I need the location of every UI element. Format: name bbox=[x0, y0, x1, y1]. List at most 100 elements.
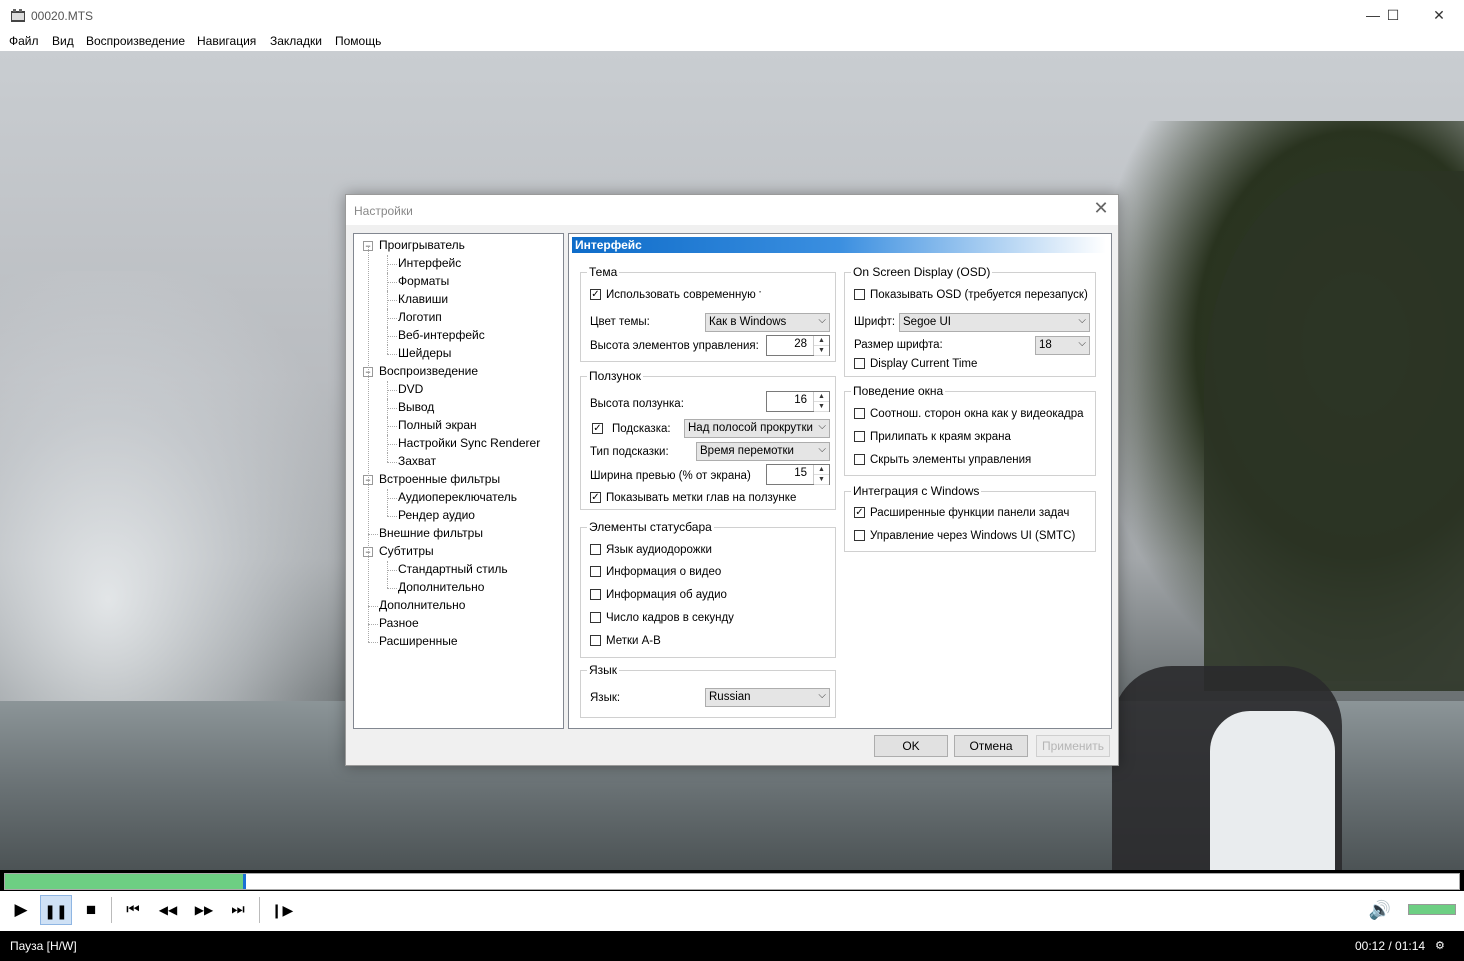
group-window-behavior-label: Поведение окна bbox=[851, 384, 946, 398]
group-osd: On Screen Display (OSD) Показывать OSD (… bbox=[844, 265, 1096, 377]
tree-item[interactable]: Захват bbox=[398, 454, 436, 468]
osd-font-size-select[interactable]: 18 ⌵ bbox=[1035, 336, 1090, 355]
show-osd-checkbox[interactable] bbox=[854, 289, 865, 300]
tree-item[interactable]: Субтитры bbox=[379, 544, 434, 558]
tree-item[interactable]: Аудиопереключатель bbox=[398, 490, 517, 504]
spin-down-icon[interactable]: ▼ bbox=[814, 402, 829, 412]
statusbar-video-info-checkbox[interactable] bbox=[590, 566, 601, 577]
tree-item[interactable]: Воспроизведение bbox=[379, 364, 478, 378]
chevron-down-icon: ⌵ bbox=[818, 690, 826, 701]
play-button[interactable]: ▶ bbox=[5, 895, 37, 925]
menu-file[interactable]: Файл bbox=[9, 34, 39, 48]
osd-font-size-label: Размер шрифта: bbox=[854, 339, 943, 351]
tree-item[interactable]: Встроенные фильтры bbox=[379, 472, 500, 486]
tree-item[interactable]: Разное bbox=[379, 616, 419, 630]
next-button[interactable]: ⏭ bbox=[222, 895, 254, 925]
volume-icon[interactable]: 🔊 bbox=[1364, 895, 1396, 925]
previous-button[interactable]: ⏮ bbox=[117, 895, 149, 925]
settings-dialog: Настройки ✕ − Проигрыватель Интерфейс Форма… bbox=[345, 194, 1119, 766]
tree-item[interactable]: DVD bbox=[398, 382, 423, 396]
seek-handle[interactable] bbox=[243, 874, 246, 889]
stop-button[interactable]: ■ bbox=[75, 895, 107, 925]
chevron-down-icon: ⌵ bbox=[1078, 338, 1086, 349]
tooltip-checkbox[interactable]: ✓ bbox=[592, 423, 603, 434]
statusbar-ab-marks-label: Метки A-B bbox=[606, 635, 661, 647]
statusbar-audio-info-checkbox[interactable] bbox=[590, 589, 601, 600]
menu-playback[interactable]: Воспроизведение bbox=[86, 34, 185, 48]
forward-button[interactable]: ▶▶ bbox=[188, 895, 220, 925]
control-height-label: Высота элементов управления: bbox=[590, 340, 759, 352]
taskbar-features-label: Расширенные функции панели задач bbox=[870, 507, 1070, 519]
spin-up-icon[interactable]: ▲ bbox=[814, 392, 829, 402]
spin-down-icon[interactable]: ▼ bbox=[814, 346, 829, 356]
menu-navigation[interactable]: Навигация bbox=[197, 34, 256, 48]
group-language-label: Язык bbox=[587, 663, 620, 677]
tree-item[interactable]: Интерфейс bbox=[398, 256, 461, 270]
menu-bookmarks[interactable]: Закладки bbox=[270, 34, 322, 48]
tree-item[interactable]: Расширенные bbox=[379, 634, 458, 648]
aspect-ratio-checkbox[interactable] bbox=[854, 408, 865, 419]
tree-item[interactable]: Полный экран bbox=[398, 418, 477, 432]
maximize-button[interactable]: ☐ bbox=[1370, 0, 1416, 31]
settings-page: Интерфейс Тема ✓ Использовать современну… bbox=[568, 233, 1112, 729]
tooltip-type-select[interactable]: Время перемотки ⌵ bbox=[696, 442, 830, 461]
theme-color-select[interactable]: Как в Windows ⌵ bbox=[705, 313, 830, 332]
chapter-marks-checkbox[interactable]: ✓ bbox=[590, 492, 601, 503]
close-window-button[interactable]: ✕ bbox=[1416, 0, 1462, 31]
tree-item[interactable]: Веб-интерфейс bbox=[398, 328, 485, 342]
snap-edges-checkbox[interactable] bbox=[854, 431, 865, 442]
seek-bar[interactable] bbox=[4, 873, 1460, 890]
preview-width-spinner[interactable]: 15 ▲ ▼ bbox=[766, 464, 830, 485]
spin-up-icon[interactable]: ▲ bbox=[814, 336, 829, 346]
group-statusbar: Элементы статусбара Язык аудиодорожки Ин… bbox=[580, 520, 836, 658]
settings-tree[interactable]: − Проигрыватель Интерфейс Форматы Клавиши Лог… bbox=[353, 233, 564, 729]
tree-item[interactable]: Вывод bbox=[398, 400, 434, 414]
tree-item[interactable]: Рендер аудио bbox=[398, 508, 475, 522]
menu-view[interactable]: Вид bbox=[52, 34, 74, 48]
statusbar-audio-lang-checkbox[interactable] bbox=[590, 544, 601, 555]
pause-button[interactable]: ❚❚ bbox=[40, 895, 72, 925]
tree-item[interactable]: Логотип bbox=[398, 310, 442, 324]
group-osd-label: On Screen Display (OSD) bbox=[851, 265, 993, 279]
spin-up-icon[interactable]: ▲ bbox=[814, 465, 829, 475]
time-display: 00:12 / 01:14 bbox=[1355, 939, 1426, 953]
tree-item[interactable]: Форматы bbox=[398, 274, 449, 288]
tree-item[interactable]: Дополнительно bbox=[379, 598, 465, 612]
cancel-button[interactable]: Отмена bbox=[954, 735, 1028, 757]
language-select[interactable]: Russian ⌵ bbox=[705, 688, 830, 707]
dialog-title-bar: Настройки ✕ bbox=[346, 195, 1118, 225]
frame-step-button[interactable]: ❙▶ bbox=[266, 895, 298, 925]
ok-button[interactable]: OK bbox=[874, 735, 948, 757]
slider-height-spinner[interactable]: 16 ▲ ▼ bbox=[766, 391, 830, 412]
page-header: Интерфейс bbox=[572, 237, 1106, 253]
tree-item[interactable]: Клавиши bbox=[398, 292, 448, 306]
taskbar-features-checkbox[interactable]: ✓ bbox=[854, 507, 865, 518]
playback-state: Пауза [H/W] bbox=[10, 939, 77, 953]
tree-item[interactable]: Шейдеры bbox=[398, 346, 451, 360]
apply-button[interactable]: Применить bbox=[1036, 735, 1110, 757]
spin-down-icon[interactable]: ▼ bbox=[814, 475, 829, 485]
tree-item[interactable]: Настройки Sync Renderer bbox=[398, 436, 540, 450]
rewind-button[interactable]: ◀◀ bbox=[152, 895, 184, 925]
tree-item[interactable]: Внешние фильтры bbox=[379, 526, 483, 540]
use-modern-theme-checkbox[interactable]: ✓ bbox=[590, 289, 601, 300]
hide-controls-checkbox[interactable] bbox=[854, 454, 865, 465]
display-current-time-checkbox[interactable] bbox=[854, 358, 865, 369]
dialog-close-button[interactable]: ✕ bbox=[1090, 198, 1112, 219]
show-osd-label: Показывать OSD (требуется перезапуск) bbox=[870, 289, 1088, 301]
group-windows-integration: Интеграция с Windows ✓ Расширенные функц… bbox=[844, 484, 1096, 552]
control-height-spinner[interactable]: 28 ▲ ▼ bbox=[766, 335, 830, 356]
check-icon: ✓ bbox=[591, 289, 600, 300]
smtc-checkbox[interactable] bbox=[854, 530, 865, 541]
tree-item[interactable]: Проигрыватель bbox=[379, 238, 465, 252]
tooltip-position-select[interactable]: Над полосой прокрутки ⌵ bbox=[684, 419, 830, 438]
osd-font-select[interactable]: Segoe UI ⌵ bbox=[899, 313, 1090, 332]
tree-item[interactable]: Стандартный стиль bbox=[398, 562, 508, 576]
menu-help[interactable]: Помощь bbox=[335, 34, 381, 48]
seek-progress bbox=[5, 874, 243, 889]
statusbar-fps-checkbox[interactable] bbox=[590, 612, 601, 623]
tree-item[interactable]: Дополнительно bbox=[398, 580, 484, 594]
chevron-down-icon: ⌵ bbox=[1078, 315, 1086, 326]
statusbar-ab-marks-checkbox[interactable] bbox=[590, 635, 601, 646]
volume-slider[interactable] bbox=[1408, 904, 1456, 915]
